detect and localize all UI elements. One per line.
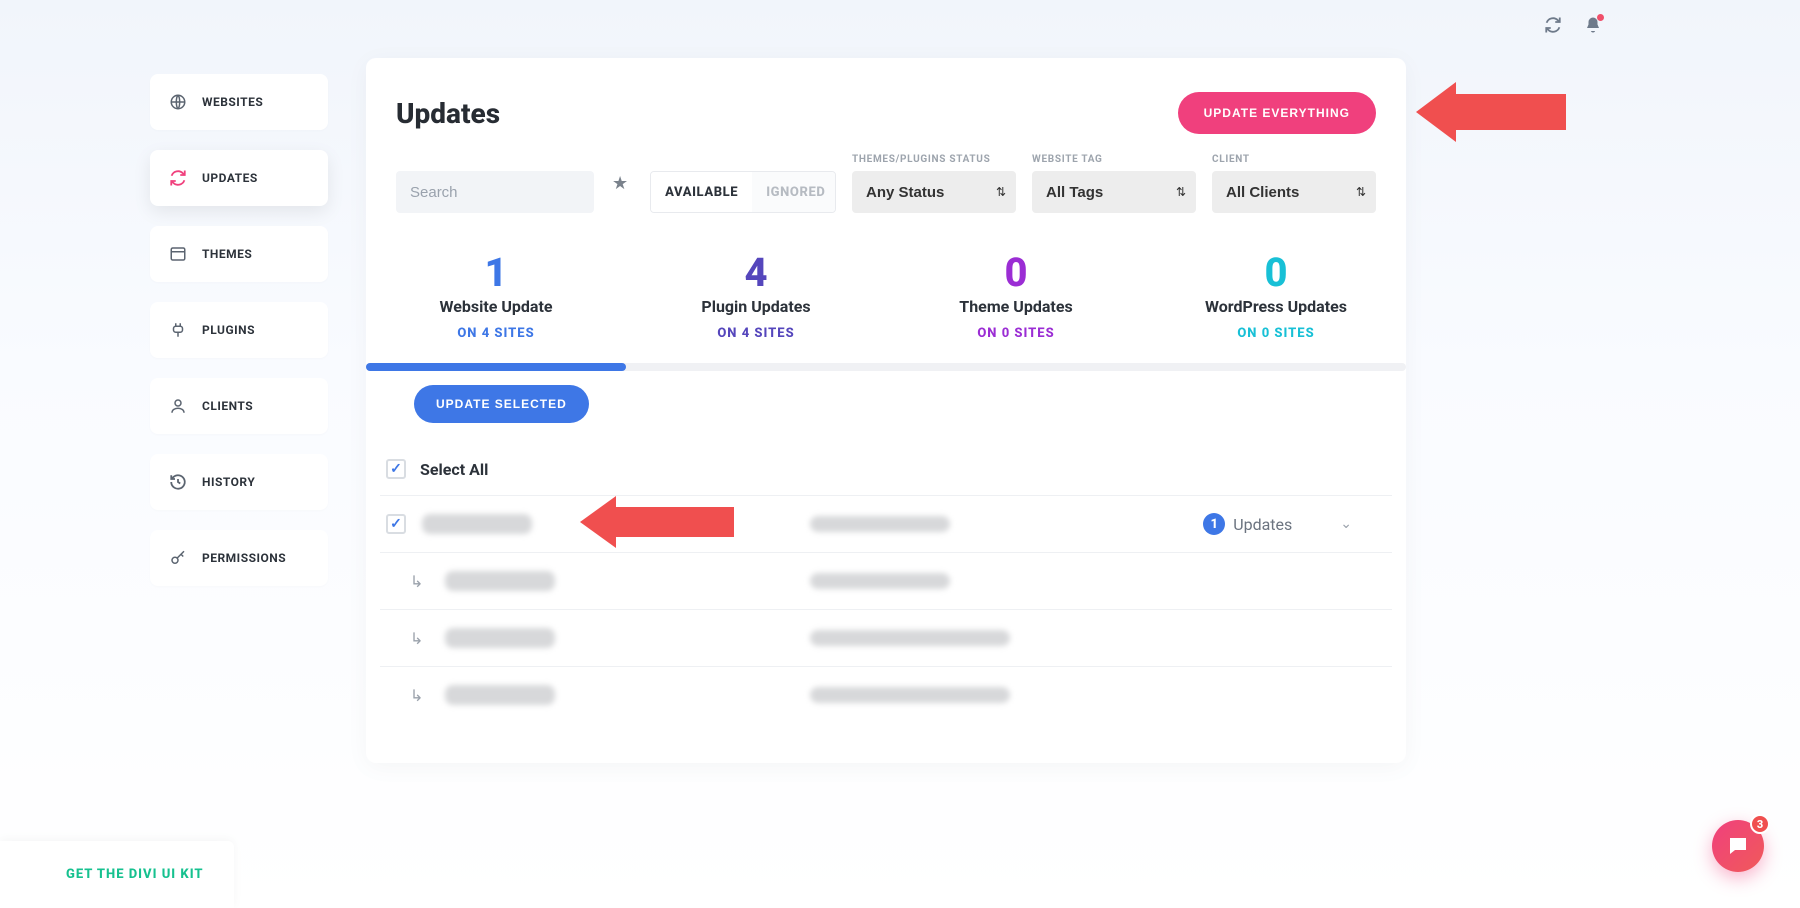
site-meta-redacted <box>810 687 1010 703</box>
site-name-redacted <box>422 514 532 534</box>
update-everything-button[interactable]: UPDATE EVERYTHING <box>1178 92 1376 134</box>
availability-toggle: AVAILABLE IGNORED <box>650 171 836 213</box>
site-name-redacted <box>445 571 555 591</box>
main-panel: Updates UPDATE EVERYTHING ★ AVAILABLE IG… <box>366 58 1406 763</box>
chat-unread-badge: 3 <box>1750 814 1770 834</box>
sidebar-item-label: WEBSITES <box>202 95 263 109</box>
sidebar-item-label: PERMISSIONS <box>202 551 286 565</box>
sidebar-item-label: PLUGINS <box>202 323 255 337</box>
select-all-row: Select All <box>380 443 1392 496</box>
sidebar-item-history[interactable]: HISTORY <box>150 454 328 510</box>
stat-count: 1 <box>366 251 626 295</box>
site-name-redacted <box>445 685 555 705</box>
stat-plugin-updates[interactable]: 4 Plugin Updates ON 4 SITES <box>626 243 886 357</box>
stats-tabs: 1 Website Update ON 4 SITES 4 Plugin Upd… <box>366 233 1406 357</box>
promo-banner[interactable]: GET THE DIVI UI KIT <box>0 841 234 908</box>
select-all-label: Select All <box>420 460 488 479</box>
site-meta-redacted <box>810 630 1010 646</box>
key-icon <box>168 548 188 568</box>
stat-label: Plugin Updates <box>626 297 886 316</box>
favorites-star-icon[interactable]: ★ <box>610 173 634 194</box>
stat-wordpress-updates[interactable]: 0 WordPress Updates ON 0 SITES <box>1146 243 1406 357</box>
site-subrow[interactable]: ↳ <box>380 610 1392 667</box>
stat-count: 4 <box>626 251 886 295</box>
row-checkbox[interactable] <box>386 514 406 534</box>
stat-count: 0 <box>1146 251 1406 295</box>
stat-label: Website Update <box>366 297 626 316</box>
subitem-arrow-icon: ↳ <box>410 686 423 705</box>
sidebar-item-permissions[interactable]: PERMISSIONS <box>150 530 328 586</box>
sidebar: WEBSITES UPDATES THEMES PLUGINS CLIENTS … <box>150 74 328 586</box>
refresh-icon <box>168 168 188 188</box>
status-filter-label: THEMES/PLUGINS STATUS <box>852 154 1016 165</box>
client-filter-select[interactable]: All Clients <box>1212 171 1376 213</box>
client-filter-label: CLIENT <box>1212 154 1376 165</box>
row-updates-indicator[interactable]: 1 Updates ⌄ <box>1203 513 1352 535</box>
tag-filter-select[interactable]: All Tags <box>1032 171 1196 213</box>
site-meta-redacted <box>810 573 950 589</box>
sidebar-item-label: THEMES <box>202 247 252 261</box>
stat-sites: ON 4 SITES <box>626 326 886 341</box>
annotation-arrow <box>1416 82 1566 142</box>
tag-filter-label: WEBSITE TAG <box>1032 154 1196 165</box>
stat-label: Theme Updates <box>886 297 1146 316</box>
sidebar-item-websites[interactable]: WEBSITES <box>150 74 328 130</box>
chevron-down-icon: ⌄ <box>1340 516 1352 532</box>
tab-underline-track <box>366 363 1406 371</box>
tab-ignored[interactable]: IGNORED <box>752 172 836 212</box>
site-row[interactable]: 1 Updates ⌄ <box>380 496 1392 553</box>
updates-count-badge: 1 <box>1203 513 1225 535</box>
site-subrow[interactable]: ↳ <box>380 553 1392 610</box>
sidebar-item-clients[interactable]: CLIENTS <box>150 378 328 434</box>
sidebar-item-updates[interactable]: UPDATES <box>150 150 328 206</box>
sidebar-item-label: CLIENTS <box>202 399 253 413</box>
stat-count: 0 <box>886 251 1146 295</box>
site-meta-redacted <box>810 516 950 532</box>
tab-available[interactable]: AVAILABLE <box>651 172 752 212</box>
tab-underline-active <box>366 363 626 371</box>
plug-icon <box>168 320 188 340</box>
search-input[interactable] <box>396 171 594 213</box>
notifications-dot <box>1597 14 1604 21</box>
sidebar-item-themes[interactable]: THEMES <box>150 226 328 282</box>
stat-label: WordPress Updates <box>1146 297 1406 316</box>
sidebar-item-plugins[interactable]: PLUGINS <box>150 302 328 358</box>
sidebar-item-label: HISTORY <box>202 475 255 489</box>
subitem-arrow-icon: ↳ <box>410 572 423 591</box>
layout-icon <box>168 244 188 264</box>
subitem-arrow-icon: ↳ <box>410 629 423 648</box>
stat-website-updates[interactable]: 1 Website Update ON 4 SITES <box>366 243 626 357</box>
top-refresh-icon[interactable] <box>1544 16 1562 38</box>
history-icon <box>168 472 188 492</box>
status-filter-select[interactable]: Any Status <box>852 171 1016 213</box>
chat-launcher[interactable]: 3 <box>1712 820 1764 872</box>
sidebar-item-label: UPDATES <box>202 171 258 185</box>
update-selected-button[interactable]: UPDATE SELECTED <box>414 385 589 423</box>
stat-sites: ON 0 SITES <box>886 326 1146 341</box>
site-subrow[interactable]: ↳ <box>380 667 1392 723</box>
stat-sites: ON 0 SITES <box>1146 326 1406 341</box>
user-icon <box>168 396 188 416</box>
page-title: Updates <box>396 97 500 130</box>
select-all-checkbox[interactable] <box>386 459 406 479</box>
globe-icon <box>168 92 188 112</box>
stat-theme-updates[interactable]: 0 Theme Updates ON 0 SITES <box>886 243 1146 357</box>
site-name-redacted <box>445 628 555 648</box>
annotation-arrow <box>580 496 734 548</box>
stat-sites: ON 4 SITES <box>366 326 626 341</box>
updates-label: Updates <box>1233 515 1292 534</box>
notifications-bell-icon[interactable] <box>1584 16 1602 38</box>
